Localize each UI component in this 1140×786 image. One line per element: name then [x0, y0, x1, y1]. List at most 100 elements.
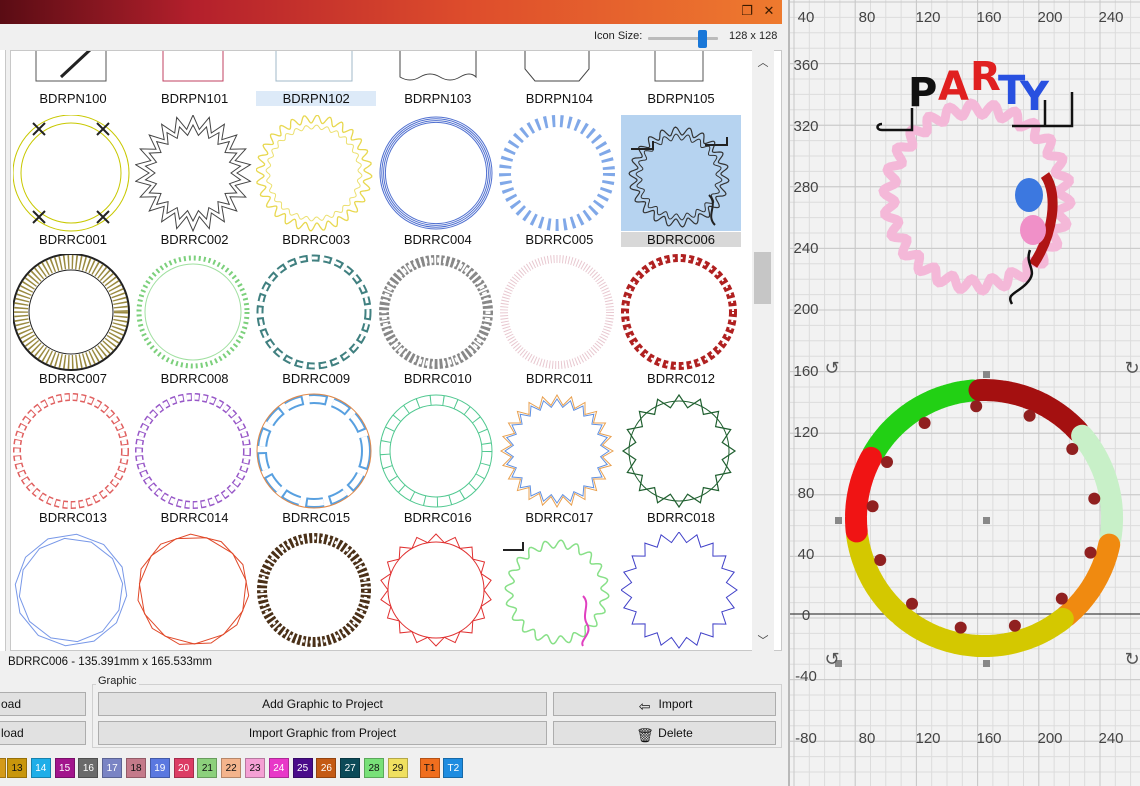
- close-window-button[interactable]: ✕: [760, 3, 778, 21]
- selection-handle[interactable]: [983, 660, 990, 667]
- palette-swatch-20[interactable]: 20: [173, 758, 194, 778]
- delete-label: Delete: [658, 726, 693, 740]
- palette-swatch-24[interactable]: 24: [268, 758, 289, 778]
- ruler-left-label: 160: [793, 363, 818, 380]
- graphic-tile-label: BDRRC003: [282, 232, 351, 247]
- graphic-tile-bdrrc018[interactable]: BDRRC018: [621, 393, 741, 531]
- graphic-tile-bdrrc008[interactable]: BDRRC008: [135, 254, 255, 392]
- graphic-tile-bdrrc016[interactable]: BDRRC016: [378, 393, 498, 531]
- palette-swatch-16[interactable]: 16: [78, 758, 99, 778]
- graphic-thumbnail: [14, 533, 128, 647]
- palette-swatch-partial[interactable]: [0, 758, 6, 778]
- selection-handle[interactable]: [983, 517, 990, 524]
- palette-swatch-25[interactable]: 25: [292, 758, 313, 778]
- ruler-top-label: 80: [859, 9, 876, 26]
- canvas-drawing: 40 80 120 160 200 240 -80 80 120 160 200 240 360 320 2…: [790, 0, 1140, 786]
- ruler-left-label: 200: [793, 301, 818, 318]
- grid-scrollbar[interactable]: ︿ ﹀: [752, 50, 774, 651]
- graphic-tile-bdrrc003[interactable]: BDRRC003: [256, 115, 376, 253]
- import-label: Import: [658, 697, 693, 711]
- ruler-bottom-label: 80: [859, 730, 876, 747]
- rotate-handle-icon[interactable]: ↻: [1124, 358, 1139, 379]
- scroll-down-arrow-icon[interactable]: ﹀: [752, 632, 774, 648]
- graphic-tile-bdrrc019[interactable]: [13, 532, 133, 650]
- ruler-left-label: 240: [793, 240, 818, 257]
- graphic-tile-bdrrc022[interactable]: [378, 532, 498, 650]
- import-button[interactable]: ⇦ Import: [553, 692, 776, 716]
- palette-swatch-17[interactable]: 17: [102, 758, 123, 778]
- graphic-thumbnail: [500, 255, 615, 369]
- palette-swatch-27[interactable]: 27: [340, 758, 361, 778]
- graphic-thumbnail: [137, 533, 249, 645]
- import-graphic-from-project-button[interactable]: Import Graphic from Project: [98, 721, 547, 745]
- graphic-tile-bdrrc023[interactable]: [499, 532, 619, 650]
- add-graphic-to-project-button[interactable]: Add Graphic to Project: [98, 692, 547, 716]
- graphic-tile-label: BDRPN100: [39, 91, 107, 106]
- ruler-left-label: 80: [798, 485, 815, 502]
- graphic-tile-bdrrc017[interactable]: BDRRC017: [499, 393, 619, 531]
- thread-palette: 13 14 15 16 17 18 19 20 21 22 23 24 25 26 27 28 29 T1 T2: [0, 755, 788, 781]
- palette-swatch-t1[interactable]: T1: [419, 758, 440, 778]
- graphic-tile-label: BDRRC010: [403, 371, 472, 386]
- rotate-handle-icon[interactable]: ↺: [824, 358, 839, 379]
- scrollbar-thumb[interactable]: [754, 252, 771, 304]
- restore-window-button[interactable]: ❐: [738, 3, 756, 21]
- graphic-tile-bdrrc006[interactable]: BDRRC006: [621, 115, 741, 253]
- graphic-tile-bdrrc020[interactable]: [135, 532, 255, 650]
- graphic-tile-bdrrc013[interactable]: BDRRC013: [13, 393, 133, 531]
- icon-size-slider-track[interactable]: [648, 37, 718, 40]
- graphic-tile-bdrrc011[interactable]: BDRRC011: [499, 254, 619, 392]
- palette-swatch-15[interactable]: 15: [54, 758, 75, 778]
- graphic-tile-bdrrc010[interactable]: BDRRC010: [378, 254, 498, 392]
- ruler-bottom-label: 120: [915, 730, 940, 747]
- graphic-thumbnail: [499, 115, 616, 231]
- selection-handle[interactable]: [835, 517, 842, 524]
- graphic-tile-label: BDRRC016: [403, 510, 472, 525]
- palette-swatch-22[interactable]: 22: [221, 758, 242, 778]
- palette-swatch-18[interactable]: 18: [126, 758, 146, 778]
- graphic-tile-bdrrc009[interactable]: BDRRC009: [256, 254, 376, 392]
- palette-swatch-19[interactable]: 19: [149, 758, 170, 778]
- party-letter: R: [970, 54, 1001, 100]
- rotate-handle-icon[interactable]: ↺: [824, 649, 839, 670]
- download-button[interactable]: load: [0, 721, 86, 745]
- palette-swatch-14[interactable]: 14: [30, 758, 51, 778]
- load-button[interactable]: oad: [0, 692, 86, 716]
- ruler-bottom-label: 160: [976, 730, 1001, 747]
- scroll-up-arrow-icon[interactable]: ︿: [752, 54, 774, 70]
- graphic-tile-bdrrc002[interactable]: BDRRC002: [134, 115, 255, 253]
- delete-button[interactable]: 🗑 Delete: [553, 721, 776, 745]
- graphic-tile-bdrrc012[interactable]: BDRRC012: [621, 254, 741, 392]
- graphic-tile-bdrrc007[interactable]: BDRRC007: [13, 254, 133, 392]
- graphic-tile-bdrrc001[interactable]: BDRRC001: [13, 115, 133, 253]
- icon-size-slider-thumb[interactable]: [698, 30, 707, 48]
- selection-info: BDRRC006 - 135.391mm x 165.533mm: [8, 656, 212, 668]
- rotate-handle-icon[interactable]: ↻: [1124, 649, 1139, 670]
- graphic-tile-label: BDRPN102: [256, 91, 377, 106]
- graphic-tile-label: BDRRC015: [282, 510, 351, 525]
- graphic-tile-bdrrc005[interactable]: BDRRC005: [499, 115, 619, 253]
- graphic-tile-bdrrc024[interactable]: [621, 532, 741, 650]
- palette-swatch-26[interactable]: 26: [316, 758, 337, 778]
- ruler-bottom-label: 240: [1098, 730, 1123, 747]
- import-icon: ⇦: [638, 699, 651, 715]
- ruler-left-label: 360: [793, 57, 818, 74]
- graphic-tile-label: BDRRC017: [525, 510, 594, 525]
- graphic-tile-bdrrc004[interactable]: BDRRC004: [378, 115, 498, 253]
- graphic-tile-bdrrc021[interactable]: [256, 532, 376, 650]
- graphic-tile-bdrrc014[interactable]: BDRRC014: [134, 393, 255, 531]
- palette-swatch-23[interactable]: 23: [245, 758, 265, 778]
- party-design[interactable]: P A RTY: [876, 54, 1076, 305]
- graphic-thumbnail: [257, 533, 372, 647]
- palette-swatch-29[interactable]: 29: [387, 758, 408, 778]
- library-title-bar: ❐ ✕: [0, 0, 782, 24]
- graphic-thumbnail: [621, 532, 738, 649]
- palette-swatch-21[interactable]: 21: [197, 758, 218, 778]
- palette-swatch-13[interactable]: 13: [7, 758, 27, 778]
- graphic-thumbnail: [379, 533, 492, 647]
- palette-swatch-28[interactable]: 28: [364, 758, 384, 778]
- palette-swatch-t2[interactable]: T2: [443, 758, 464, 778]
- graphic-tile-bdrrc015[interactable]: BDRRC015: [256, 393, 376, 531]
- selection-handle[interactable]: [983, 371, 990, 378]
- design-canvas[interactable]: 40 80 120 160 200 240 -80 80 120 160 200 240 360 320 2…: [788, 0, 1140, 786]
